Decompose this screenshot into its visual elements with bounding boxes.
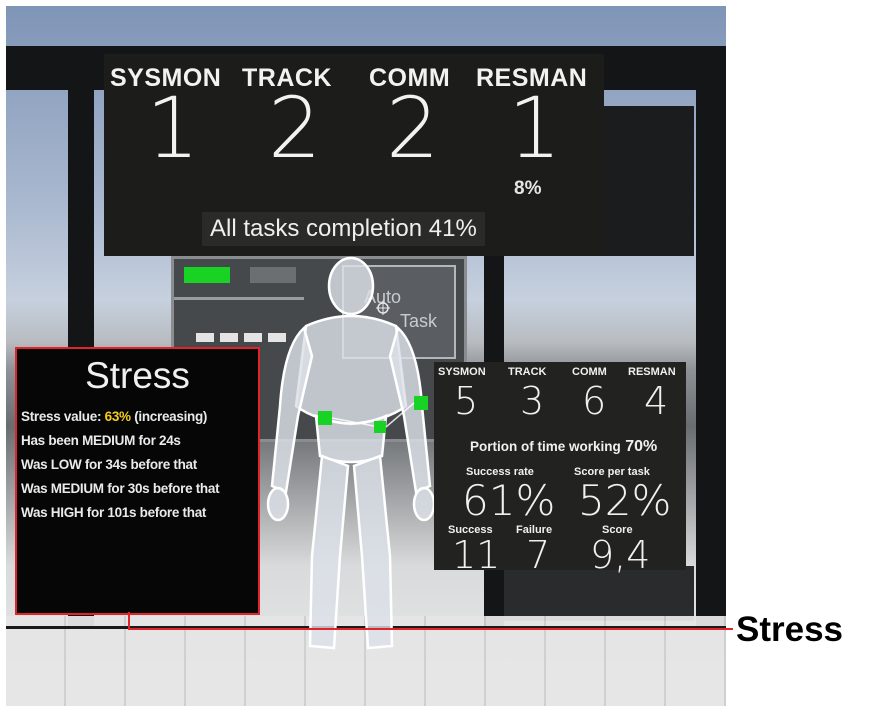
callout-connector-horizontal	[128, 628, 733, 630]
sysmon-count: 1	[146, 79, 200, 177]
vr-scene: Auto Task SYSMON TRACK COMM RESMAN 1 2 2…	[6, 6, 726, 706]
success-value: 11	[452, 533, 501, 577]
comm-label: COMM	[572, 366, 607, 378]
track-count: 2	[268, 79, 322, 177]
scale-tile	[220, 333, 238, 342]
stress-value: 63%	[104, 409, 131, 424]
frame-post-right	[696, 66, 726, 626]
green-light-indicator	[184, 267, 230, 283]
resman-count: 1	[508, 79, 562, 177]
sysmon-label: SYSMON	[438, 366, 486, 378]
failure-value: 7	[526, 533, 551, 577]
stress-history-line: Has been MEDIUM for 24s	[21, 433, 181, 448]
completion-label: All tasks completion	[210, 215, 423, 242]
score-value: 9,4	[590, 533, 651, 577]
resman-percent: 8%	[514, 178, 542, 199]
comm-count: 2	[386, 79, 440, 177]
score-per-task-value: 52%	[578, 476, 672, 525]
track-count: 3	[520, 379, 545, 423]
scale-tile	[196, 333, 214, 342]
stress-history-line: Was HIGH for 101s before that	[21, 505, 207, 520]
time-working-label: Portion of time working	[470, 439, 621, 454]
time-working-value: 70%	[625, 438, 658, 455]
time-working-row: Portion of time working 70%	[470, 438, 657, 456]
stress-title: Stress	[85, 355, 190, 396]
task-count-board: SYSMON TRACK COMM RESMAN 1 2 2 1 8% All …	[104, 54, 604, 256]
stress-value-prefix: Stress value:	[21, 409, 102, 424]
resman-label: RESMAN	[628, 366, 676, 378]
stress-callout-label: Stress	[736, 610, 844, 649]
stress-trend: (increasing)	[134, 409, 208, 424]
sysmon-count: 5	[454, 379, 479, 423]
completion-value: 41%	[428, 215, 477, 242]
performance-stats-panel: SYSMON TRACK COMM RESMAN 5 3 6 4 Portion…	[434, 362, 686, 574]
avatar-figure	[266, 256, 436, 650]
stress-value-line: Stress value: 63% (increasing)	[21, 409, 207, 424]
stress-history-line: Was MEDIUM for 30s before that	[21, 481, 220, 496]
stress-panel: Stress Stress value: 63% (increasing) Ha…	[15, 347, 260, 615]
stress-history-line: Was LOW for 34s before that	[21, 457, 197, 472]
completion-banner: All tasks completion 41%	[202, 212, 485, 246]
success-rate-value: 61%	[462, 476, 556, 525]
comm-count: 6	[582, 379, 607, 423]
resman-count: 4	[644, 379, 669, 423]
track-label: TRACK	[508, 366, 547, 378]
